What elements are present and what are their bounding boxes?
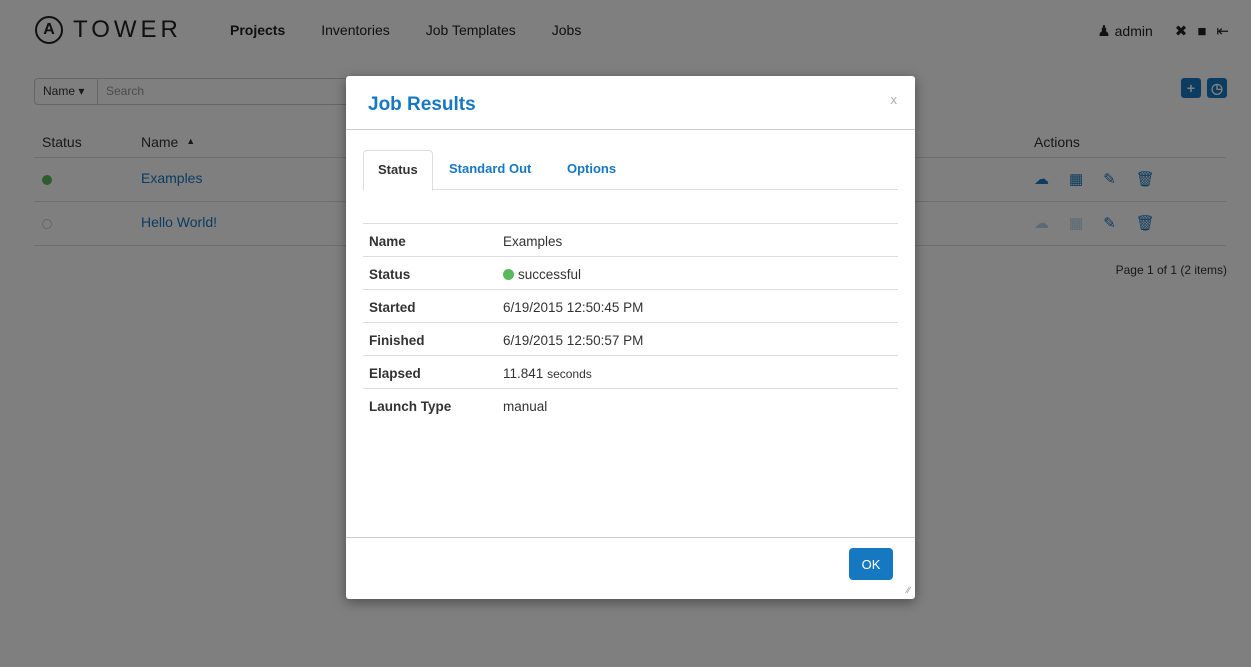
success-dot-icon	[503, 269, 514, 280]
detail-value: 6/19/2015 12:50:57 PM	[503, 333, 644, 348]
detail-value: 6/19/2015 12:50:45 PM	[503, 300, 644, 315]
detail-row-elapsed: Elapsed 11.841 seconds	[363, 355, 898, 388]
detail-value: successful	[503, 267, 581, 282]
detail-row-finished: Finished 6/19/2015 12:50:57 PM	[363, 322, 898, 355]
detail-label: Elapsed	[369, 366, 421, 381]
detail-value: 11.841 seconds	[503, 366, 592, 381]
detail-row-launch-type: Launch Type manual	[363, 388, 898, 421]
detail-value: Examples	[503, 234, 563, 249]
detail-row-status: Status successful	[363, 256, 898, 289]
elapsed-unit: seconds	[547, 367, 592, 381]
footer-divider	[346, 537, 915, 538]
detail-label: Started	[369, 300, 416, 315]
ok-button[interactable]: OK	[849, 548, 893, 580]
detail-label: Status	[369, 267, 411, 282]
status-text: successful	[518, 267, 582, 282]
resize-handle-icon[interactable]: ∕∕	[907, 585, 910, 595]
dialog-title: Job Results	[368, 94, 476, 115]
detail-value: manual	[503, 399, 548, 414]
detail-row-name: Name Examples	[363, 223, 898, 256]
close-button[interactable]: x	[891, 92, 898, 107]
tab-status[interactable]: Status	[363, 150, 433, 191]
tab-options[interactable]: Options	[567, 150, 616, 190]
tab-standard-out[interactable]: Standard Out	[449, 150, 531, 190]
elapsed-number: 11.841	[503, 366, 544, 381]
job-details-table: Name Examples Status successful Started …	[363, 223, 898, 421]
dialog-tabs: Status Standard Out Options	[363, 150, 898, 191]
detail-label: Finished	[369, 333, 425, 348]
detail-label: Name	[369, 234, 406, 249]
detail-label: Launch Type	[369, 399, 452, 414]
detail-row-started: Started 6/19/2015 12:50:45 PM	[363, 289, 898, 322]
header-divider	[346, 129, 915, 130]
job-results-dialog: Job Results x Status Standard Out Option…	[346, 76, 915, 599]
